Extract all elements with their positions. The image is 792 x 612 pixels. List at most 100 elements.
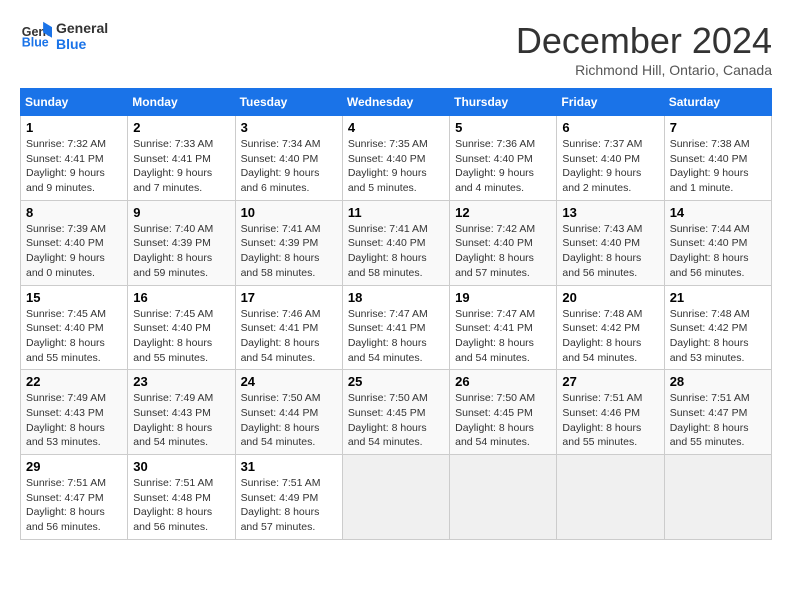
empty-cell [557, 455, 664, 540]
day-number: 13 [562, 205, 658, 220]
day-cell-19: 19 Sunrise: 7:47 AM Sunset: 4:41 PM Dayl… [450, 285, 557, 370]
day-number: 11 [348, 205, 444, 220]
day-cell-2: 2 Sunrise: 7:33 AM Sunset: 4:41 PM Dayli… [128, 116, 235, 201]
logo: General Blue General Blue [20, 20, 108, 52]
day-info: Sunrise: 7:50 AM Sunset: 4:45 PM Dayligh… [348, 391, 444, 450]
day-info: Sunrise: 7:45 AM Sunset: 4:40 PM Dayligh… [133, 307, 229, 366]
day-info: Sunrise: 7:39 AM Sunset: 4:40 PM Dayligh… [26, 222, 122, 281]
day-cell-13: 13 Sunrise: 7:43 AM Sunset: 4:40 PM Dayl… [557, 200, 664, 285]
empty-cell [342, 455, 449, 540]
day-info: Sunrise: 7:33 AM Sunset: 4:41 PM Dayligh… [133, 137, 229, 196]
day-info: Sunrise: 7:42 AM Sunset: 4:40 PM Dayligh… [455, 222, 551, 281]
day-info: Sunrise: 7:38 AM Sunset: 4:40 PM Dayligh… [670, 137, 766, 196]
day-info: Sunrise: 7:51 AM Sunset: 4:49 PM Dayligh… [241, 476, 337, 535]
day-number: 3 [241, 120, 337, 135]
day-number: 2 [133, 120, 229, 135]
calendar-week-row: 15 Sunrise: 7:45 AM Sunset: 4:40 PM Dayl… [21, 285, 772, 370]
day-info: Sunrise: 7:41 AM Sunset: 4:39 PM Dayligh… [241, 222, 337, 281]
day-info: Sunrise: 7:44 AM Sunset: 4:40 PM Dayligh… [670, 222, 766, 281]
day-number: 28 [670, 374, 766, 389]
calendar-body: 1 Sunrise: 7:32 AM Sunset: 4:41 PM Dayli… [21, 116, 772, 540]
day-cell-5: 5 Sunrise: 7:36 AM Sunset: 4:40 PM Dayli… [450, 116, 557, 201]
location-subtitle: Richmond Hill, Ontario, Canada [516, 62, 772, 78]
day-number: 4 [348, 120, 444, 135]
day-number: 18 [348, 290, 444, 305]
empty-cell [664, 455, 771, 540]
day-number: 23 [133, 374, 229, 389]
day-number: 27 [562, 374, 658, 389]
day-cell-21: 21 Sunrise: 7:48 AM Sunset: 4:42 PM Dayl… [664, 285, 771, 370]
day-cell-17: 17 Sunrise: 7:46 AM Sunset: 4:41 PM Dayl… [235, 285, 342, 370]
day-cell-29: 29 Sunrise: 7:51 AM Sunset: 4:47 PM Dayl… [21, 455, 128, 540]
day-info: Sunrise: 7:37 AM Sunset: 4:40 PM Dayligh… [562, 137, 658, 196]
day-number: 10 [241, 205, 337, 220]
day-info: Sunrise: 7:41 AM Sunset: 4:40 PM Dayligh… [348, 222, 444, 281]
day-cell-31: 31 Sunrise: 7:51 AM Sunset: 4:49 PM Dayl… [235, 455, 342, 540]
day-number: 29 [26, 459, 122, 474]
day-info: Sunrise: 7:40 AM Sunset: 4:39 PM Dayligh… [133, 222, 229, 281]
day-number: 22 [26, 374, 122, 389]
day-info: Sunrise: 7:32 AM Sunset: 4:41 PM Dayligh… [26, 137, 122, 196]
title-area: December 2024 Richmond Hill, Ontario, Ca… [516, 20, 772, 78]
day-number: 31 [241, 459, 337, 474]
day-number: 26 [455, 374, 551, 389]
day-cell-28: 28 Sunrise: 7:51 AM Sunset: 4:47 PM Dayl… [664, 370, 771, 455]
calendar-table: Sunday Monday Tuesday Wednesday Thursday… [20, 88, 772, 540]
svg-text:Blue: Blue [22, 36, 49, 50]
day-info: Sunrise: 7:48 AM Sunset: 4:42 PM Dayligh… [562, 307, 658, 366]
day-cell-11: 11 Sunrise: 7:41 AM Sunset: 4:40 PM Dayl… [342, 200, 449, 285]
day-number: 7 [670, 120, 766, 135]
day-cell-22: 22 Sunrise: 7:49 AM Sunset: 4:43 PM Dayl… [21, 370, 128, 455]
day-cell-3: 3 Sunrise: 7:34 AM Sunset: 4:40 PM Dayli… [235, 116, 342, 201]
day-cell-20: 20 Sunrise: 7:48 AM Sunset: 4:42 PM Dayl… [557, 285, 664, 370]
day-number: 1 [26, 120, 122, 135]
day-number: 20 [562, 290, 658, 305]
day-number: 5 [455, 120, 551, 135]
day-number: 12 [455, 205, 551, 220]
header-tuesday: Tuesday [235, 89, 342, 116]
day-info: Sunrise: 7:48 AM Sunset: 4:42 PM Dayligh… [670, 307, 766, 366]
calendar-week-row: 1 Sunrise: 7:32 AM Sunset: 4:41 PM Dayli… [21, 116, 772, 201]
day-cell-30: 30 Sunrise: 7:51 AM Sunset: 4:48 PM Dayl… [128, 455, 235, 540]
day-number: 17 [241, 290, 337, 305]
header-monday: Monday [128, 89, 235, 116]
day-cell-14: 14 Sunrise: 7:44 AM Sunset: 4:40 PM Dayl… [664, 200, 771, 285]
day-cell-10: 10 Sunrise: 7:41 AM Sunset: 4:39 PM Dayl… [235, 200, 342, 285]
day-cell-8: 8 Sunrise: 7:39 AM Sunset: 4:40 PM Dayli… [21, 200, 128, 285]
day-info: Sunrise: 7:35 AM Sunset: 4:40 PM Dayligh… [348, 137, 444, 196]
logo-line2: Blue [56, 36, 108, 52]
header-thursday: Thursday [450, 89, 557, 116]
day-cell-12: 12 Sunrise: 7:42 AM Sunset: 4:40 PM Dayl… [450, 200, 557, 285]
day-info: Sunrise: 7:47 AM Sunset: 4:41 PM Dayligh… [348, 307, 444, 366]
header-saturday: Saturday [664, 89, 771, 116]
day-info: Sunrise: 7:51 AM Sunset: 4:47 PM Dayligh… [670, 391, 766, 450]
day-info: Sunrise: 7:45 AM Sunset: 4:40 PM Dayligh… [26, 307, 122, 366]
month-title: December 2024 [516, 20, 772, 62]
day-cell-15: 15 Sunrise: 7:45 AM Sunset: 4:40 PM Dayl… [21, 285, 128, 370]
day-cell-23: 23 Sunrise: 7:49 AM Sunset: 4:43 PM Dayl… [128, 370, 235, 455]
day-number: 6 [562, 120, 658, 135]
day-number: 15 [26, 290, 122, 305]
weekday-header-row: Sunday Monday Tuesday Wednesday Thursday… [21, 89, 772, 116]
calendar-week-row: 22 Sunrise: 7:49 AM Sunset: 4:43 PM Dayl… [21, 370, 772, 455]
day-cell-26: 26 Sunrise: 7:50 AM Sunset: 4:45 PM Dayl… [450, 370, 557, 455]
header-friday: Friday [557, 89, 664, 116]
day-info: Sunrise: 7:51 AM Sunset: 4:46 PM Dayligh… [562, 391, 658, 450]
day-cell-27: 27 Sunrise: 7:51 AM Sunset: 4:46 PM Dayl… [557, 370, 664, 455]
header: General Blue General Blue December 2024 … [20, 20, 772, 78]
day-info: Sunrise: 7:34 AM Sunset: 4:40 PM Dayligh… [241, 137, 337, 196]
logo-icon: General Blue [20, 20, 52, 52]
day-info: Sunrise: 7:46 AM Sunset: 4:41 PM Dayligh… [241, 307, 337, 366]
day-number: 8 [26, 205, 122, 220]
day-info: Sunrise: 7:51 AM Sunset: 4:47 PM Dayligh… [26, 476, 122, 535]
calendar-week-row: 29 Sunrise: 7:51 AM Sunset: 4:47 PM Dayl… [21, 455, 772, 540]
day-cell-1: 1 Sunrise: 7:32 AM Sunset: 4:41 PM Dayli… [21, 116, 128, 201]
day-number: 21 [670, 290, 766, 305]
day-number: 24 [241, 374, 337, 389]
day-cell-25: 25 Sunrise: 7:50 AM Sunset: 4:45 PM Dayl… [342, 370, 449, 455]
logo-line1: General [56, 20, 108, 36]
day-cell-9: 9 Sunrise: 7:40 AM Sunset: 4:39 PM Dayli… [128, 200, 235, 285]
day-number: 14 [670, 205, 766, 220]
day-info: Sunrise: 7:51 AM Sunset: 4:48 PM Dayligh… [133, 476, 229, 535]
day-info: Sunrise: 7:49 AM Sunset: 4:43 PM Dayligh… [26, 391, 122, 450]
